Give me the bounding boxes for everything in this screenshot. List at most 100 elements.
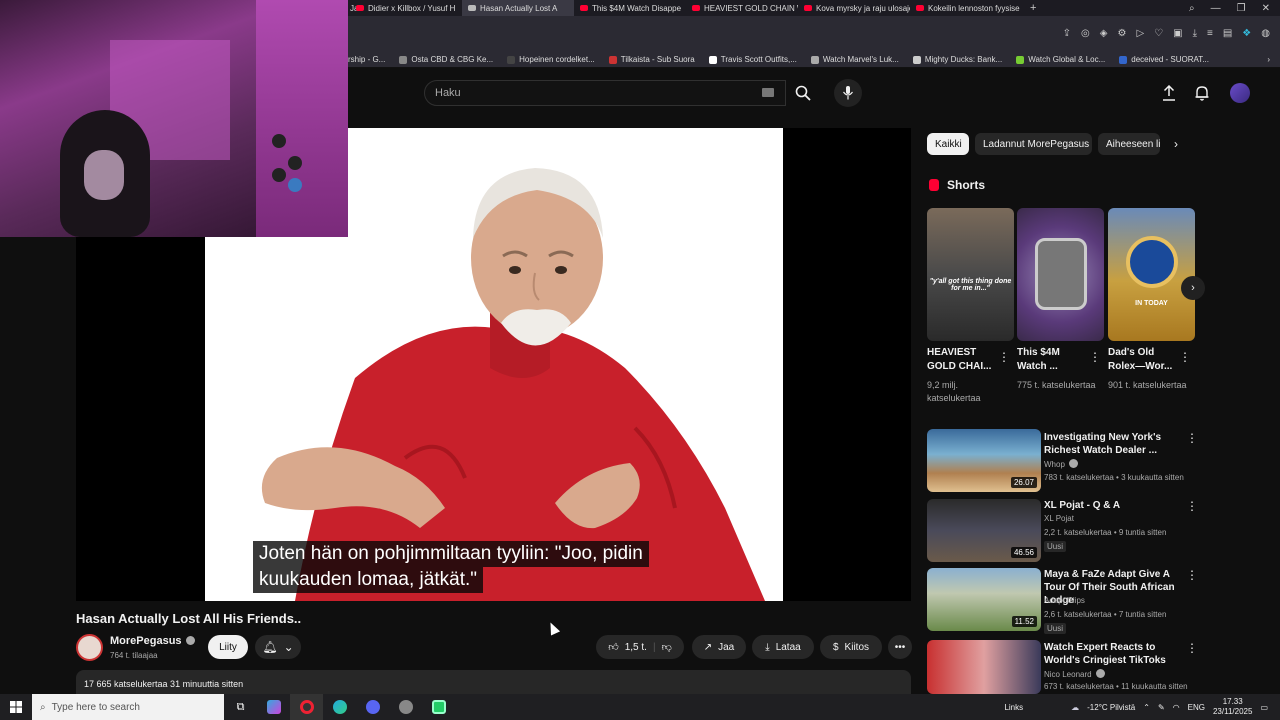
play-icon[interactable]: ▷ xyxy=(1136,28,1144,39)
description-box[interactable]: 17 665 katselukertaa 31 minuuttia sitten xyxy=(76,670,911,694)
browser-tab[interactable]: Kova myrsky ja raju ulosajo xyxy=(798,0,910,16)
task-view-button[interactable]: ⧉ xyxy=(224,694,257,720)
cube-icon[interactable]: ▣ xyxy=(1173,28,1182,39)
bookmark[interactable]: Mighty Ducks: Bank... xyxy=(912,55,1002,64)
short-thumbnail[interactable]: "y'all got this thing done for me in..." xyxy=(927,208,1014,341)
weather-text[interactable]: -12°C Pilvistä xyxy=(1087,703,1135,712)
short-title[interactable]: HEAVIEST GOLD CHAI... xyxy=(927,346,999,374)
download-button[interactable]: ⤓ Lataa xyxy=(752,635,814,659)
bookmarks-overflow-icon[interactable]: › xyxy=(1267,55,1270,64)
wifi-icon[interactable]: ◠ xyxy=(1173,703,1180,712)
like-dislike-button[interactable]: 👍︎ 1,5 t. | 👎︎ xyxy=(596,635,684,659)
thanks-button[interactable]: $ Kiitos xyxy=(820,635,882,659)
chip-uploaded-by[interactable]: Ladannut MorePegasus xyxy=(975,133,1092,155)
kebab-menu-icon[interactable]: ⋮ xyxy=(1186,568,1198,582)
profile-icon[interactable]: ◍ xyxy=(1261,28,1270,39)
short-thumb-caption: IN TODAY xyxy=(1135,300,1168,307)
bookmark[interactable]: Hopeinen cordelket... xyxy=(507,55,595,64)
upload-icon[interactable] xyxy=(1155,79,1183,107)
taskbar-app-generic[interactable] xyxy=(389,694,422,720)
taskbar-search-input[interactable]: ⌕ Type here to search xyxy=(32,694,224,720)
tray-overflow-icon[interactable]: ⌃ xyxy=(1143,703,1150,712)
dislike-icon[interactable]: 👎︎ xyxy=(662,641,672,653)
recommendation-channel[interactable]: Whop xyxy=(1044,459,1078,469)
language-indicator[interactable]: ENG xyxy=(1188,703,1205,712)
keyboard-icon[interactable] xyxy=(762,88,774,97)
notification-center-icon[interactable]: ▭ xyxy=(1260,703,1268,712)
share-button[interactable]: ↗ Jaa xyxy=(692,635,746,659)
opera-icon xyxy=(299,700,314,714)
shield-icon[interactable]: ◈ xyxy=(1100,28,1108,39)
recommendation-channel[interactable]: XL Pojat xyxy=(1044,514,1074,523)
microphone-icon[interactable] xyxy=(834,79,862,107)
short-title[interactable]: This $4M Watch ... xyxy=(1017,346,1089,374)
taskbar-app-green[interactable] xyxy=(422,694,455,720)
join-button[interactable]: Liity xyxy=(208,635,248,659)
like-icon[interactable]: 👍︎ xyxy=(608,641,618,653)
taskbar-app-discord[interactable] xyxy=(356,694,389,720)
wallet-icon[interactable]: ▤ xyxy=(1223,28,1232,39)
bookmark[interactable]: deceived - SUORAT... xyxy=(1119,55,1209,64)
start-button[interactable] xyxy=(0,694,32,720)
browser-tab[interactable]: Didier x Killbox / Yusuf H xyxy=(350,0,462,16)
search-input[interactable]: Haku xyxy=(424,80,786,106)
recommendation-channel[interactable]: Adapt Clips xyxy=(1044,596,1085,605)
recommendation-thumbnail[interactable]: 26.07 xyxy=(927,429,1041,492)
extension-icon[interactable]: ❖ xyxy=(1242,28,1251,39)
account-avatar[interactable] xyxy=(1230,83,1250,103)
kebab-menu-icon[interactable]: ⋮ xyxy=(1186,499,1198,513)
taskbar-app-edge[interactable] xyxy=(323,694,356,720)
browser-tab[interactable]: This $4M Watch Disappe xyxy=(574,0,686,16)
kebab-menu-icon[interactable]: ⋮ xyxy=(1186,431,1198,445)
recommendation-title[interactable]: Watch Expert Reacts to World's Cringiest… xyxy=(1044,641,1182,667)
short-title[interactable]: Dad's Old Rolex—Wor... xyxy=(1108,346,1180,374)
recommendation-thumbnail[interactable]: 11.52 xyxy=(927,568,1041,631)
taskbar-app-copilot[interactable] xyxy=(257,694,290,720)
close-icon[interactable]: ✕ xyxy=(1262,3,1270,14)
channel-avatar[interactable] xyxy=(76,634,103,661)
kebab-menu-icon[interactable]: ⋮ xyxy=(1186,641,1198,655)
recommendation-title[interactable]: Investigating New York's Richest Watch D… xyxy=(1044,431,1182,457)
bookmark[interactable]: Travis Scott Outfits,... xyxy=(708,55,797,64)
bookmark[interactable]: Osta CBD & CBG Ke... xyxy=(399,55,493,64)
recommendation-thumbnail[interactable] xyxy=(927,640,1041,694)
new-tab-button[interactable]: + xyxy=(1022,2,1044,14)
taskbar-app-opera[interactable] xyxy=(290,694,323,720)
pen-icon[interactable]: ✎ xyxy=(1158,703,1165,712)
links-toolbar[interactable]: Links xyxy=(1004,703,1023,712)
shorts-next-button[interactable]: › xyxy=(1181,276,1205,300)
short-thumbnail[interactable] xyxy=(1017,208,1104,341)
restore-icon[interactable]: ❐ xyxy=(1237,3,1246,14)
browser-tab[interactable]: Kokeilin lennoston fyysise xyxy=(910,0,1022,16)
bookmark[interactable]: Watch Marvel's Luk... xyxy=(810,55,899,64)
short-thumbnail[interactable]: IN TODAY xyxy=(1108,208,1195,341)
chip-related[interactable]: Aiheeseen li xyxy=(1098,133,1160,155)
menu-icon[interactable]: ≡ xyxy=(1207,28,1213,39)
notification-bell-icon[interactable] xyxy=(1188,79,1216,107)
clock[interactable]: 17.33 23/11/2025 xyxy=(1213,697,1252,717)
bookmark[interactable]: Watch Global & Loc... xyxy=(1016,55,1105,64)
chip-all[interactable]: Kaikki xyxy=(927,133,969,155)
bookmark[interactable]: Tilkaista - Sub Suora xyxy=(608,55,695,64)
kebab-menu-icon[interactable]: ⋮ xyxy=(1089,350,1101,364)
kebab-menu-icon[interactable]: ⋮ xyxy=(998,350,1010,364)
channel-name[interactable]: MorePegasus xyxy=(110,635,195,647)
settings-icon[interactable]: ⚙ xyxy=(1117,28,1126,39)
minimize-icon[interactable]: — xyxy=(1211,3,1221,14)
chips-next-icon[interactable]: › xyxy=(1174,137,1178,151)
bookmark[interactable]: rship - G... xyxy=(348,55,385,64)
share-page-icon[interactable]: ⇪ xyxy=(1063,28,1071,39)
kebab-menu-icon[interactable]: ⋮ xyxy=(1179,350,1191,364)
recommendation-channel[interactable]: Nico Leonard xyxy=(1044,669,1105,679)
recommendation-thumbnail[interactable]: 46.56 xyxy=(927,499,1041,562)
search-tabs-icon[interactable]: ⌕ xyxy=(1189,3,1195,14)
heart-icon[interactable]: ♡ xyxy=(1154,28,1163,39)
search-icon[interactable] xyxy=(789,79,817,107)
download-icon[interactable]: ⤓ xyxy=(1193,28,1197,39)
more-actions-button[interactable]: ••• xyxy=(888,635,912,659)
subscription-bell-button[interactable]: 🔔︎ ⌄ xyxy=(255,635,301,659)
recommendation-title[interactable]: XL Pojat - Q & A xyxy=(1044,499,1182,512)
browser-tab[interactable]: HEAVIEST GOLD CHAIN W xyxy=(686,0,798,16)
camera-icon[interactable]: ◎ xyxy=(1081,28,1090,39)
browser-tab-active[interactable]: Hasan Actually Lost A xyxy=(462,0,574,16)
